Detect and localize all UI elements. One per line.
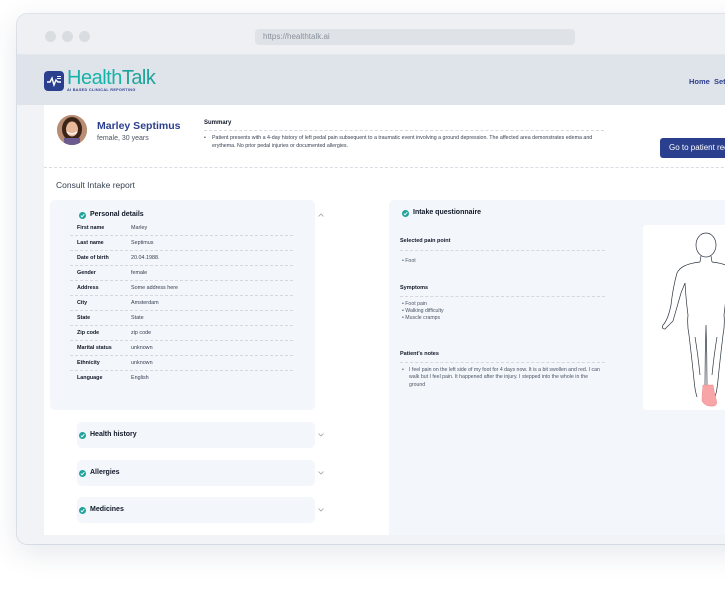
pain-point-item: • Foot xyxy=(402,258,416,264)
detail-row: Last name Septimus xyxy=(70,237,293,251)
address-bar[interactable]: https://healthtalk.ai xyxy=(255,29,575,45)
patients-notes: • I feel pain on the left side of my foo… xyxy=(402,367,600,389)
selected-pain-point-title: Selected pain point xyxy=(400,238,451,244)
check-circle-icon xyxy=(79,507,86,514)
notes-bullet: • xyxy=(402,367,404,373)
detail-value: zip code xyxy=(131,330,152,336)
detail-value: female xyxy=(131,270,148,276)
chevron-up-icon[interactable] xyxy=(318,213,324,217)
detail-label: Ethnicity xyxy=(77,360,100,366)
pain-point-text: Foot xyxy=(405,258,416,264)
detail-value: Some address here xyxy=(131,285,179,291)
go-to-patient-record-button[interactable]: Go to patient record xyxy=(660,138,725,158)
pain-point-highlight xyxy=(701,384,717,407)
chevron-down-icon[interactable] xyxy=(318,471,324,475)
detail-row: Ethnicity unknown xyxy=(70,357,293,371)
symptom-text: Foot pain xyxy=(405,301,427,307)
symptom-text: Muscle cramps xyxy=(405,315,441,321)
divider xyxy=(400,250,605,251)
brand-name: HealthTalk xyxy=(67,67,156,90)
detail-value: Amsterdam xyxy=(131,300,159,306)
check-circle-icon xyxy=(402,210,409,217)
intake-questionnaire-title: Intake questionnaire xyxy=(413,209,482,216)
detail-row: State State xyxy=(70,312,293,326)
detail-row: Address Some address here xyxy=(70,282,293,296)
detail-value: English xyxy=(131,375,149,381)
detail-value: Septimus xyxy=(131,240,154,246)
brand-name-part1: Health xyxy=(67,67,122,89)
patient-name: Marley Septimus xyxy=(97,120,181,132)
window-close-dot[interactable] xyxy=(45,31,56,42)
allergies-title: Allergies xyxy=(90,469,120,476)
detail-label: Date of birth xyxy=(77,255,109,261)
symptom-item: • Walking difficulty xyxy=(402,308,444,314)
detail-row: First name Marley xyxy=(70,222,293,236)
symptom-text: Walking difficulty xyxy=(405,308,444,314)
detail-value: Marley xyxy=(131,225,148,231)
summary-text: • Patient presents with a 4-day history … xyxy=(204,134,604,150)
detail-label: Marital status xyxy=(77,345,112,351)
summary-divider xyxy=(204,130,604,131)
symptoms-title: Symptoms xyxy=(400,285,429,291)
summary-text-content: Patient presents with a 4-day history of… xyxy=(212,135,593,149)
summary-bullet: • xyxy=(204,135,206,141)
brand-tagline: AI BASED CLINICAL REPORTING xyxy=(67,88,136,92)
symptom-item: • Muscle cramps xyxy=(402,315,441,321)
window-maximize-dot[interactable] xyxy=(79,31,90,42)
chevron-down-icon[interactable] xyxy=(318,508,324,512)
patients-notes-text: I feel pain on the left side of my foot … xyxy=(409,367,600,388)
detail-value: State xyxy=(131,315,144,321)
chevron-down-icon[interactable] xyxy=(318,433,324,437)
detail-label: First name xyxy=(77,225,105,231)
detail-row: Date of birth 20.04.1988. xyxy=(70,252,293,266)
detail-value: unknown xyxy=(131,345,153,351)
health-history-title: Health history xyxy=(90,431,137,438)
detail-label: Address xyxy=(77,285,99,291)
detail-value: 20.04.1988. xyxy=(131,255,160,261)
patient-header: Marley Septimus female, 30 years Summary… xyxy=(44,105,725,168)
patient-meta: female, 30 years xyxy=(97,135,149,142)
patients-notes-title: Patient's notes xyxy=(400,351,439,357)
logo-icon[interactable] xyxy=(44,71,64,91)
symptom-item: • Foot pain xyxy=(402,301,427,307)
detail-label: Language xyxy=(77,375,103,381)
nav-settings[interactable]: Set xyxy=(714,77,725,86)
detail-row: Language English xyxy=(70,372,293,385)
brand-name-part2: Talk xyxy=(121,67,156,89)
personal-details-title: Personal details xyxy=(90,211,144,218)
main-content: Marley Septimus female, 30 years Summary… xyxy=(44,105,725,535)
report-title: Consult Intake report xyxy=(56,180,135,190)
nav-home[interactable]: Home xyxy=(689,77,710,86)
detail-row: City Amsterdam xyxy=(70,297,293,311)
medicines-title: Medicines xyxy=(90,506,124,513)
detail-label: City xyxy=(77,300,88,306)
divider xyxy=(400,362,605,363)
check-circle-icon xyxy=(79,470,86,477)
browser-chrome: https://healthtalk.ai xyxy=(17,14,725,55)
body-map-figure xyxy=(661,232,725,407)
check-circle-icon xyxy=(79,212,86,219)
detail-label: State xyxy=(77,315,91,321)
browser-window: https://healthtalk.ai HealthTalk AI BASE… xyxy=(17,14,725,544)
detail-label: Zip code xyxy=(77,330,100,336)
detail-label: Gender xyxy=(77,270,96,276)
check-circle-icon xyxy=(79,432,86,439)
detail-row: Marital status unknown xyxy=(70,342,293,356)
body-map[interactable] xyxy=(643,225,725,410)
detail-row: Zip code zip code xyxy=(70,327,293,341)
detail-row: Gender female xyxy=(70,267,293,281)
divider xyxy=(400,296,605,297)
detail-label: Last name xyxy=(77,240,104,246)
detail-value: unknown xyxy=(131,360,153,366)
avatar xyxy=(57,115,87,145)
window-minimize-dot[interactable] xyxy=(62,31,73,42)
summary-title: Summary xyxy=(204,120,232,126)
